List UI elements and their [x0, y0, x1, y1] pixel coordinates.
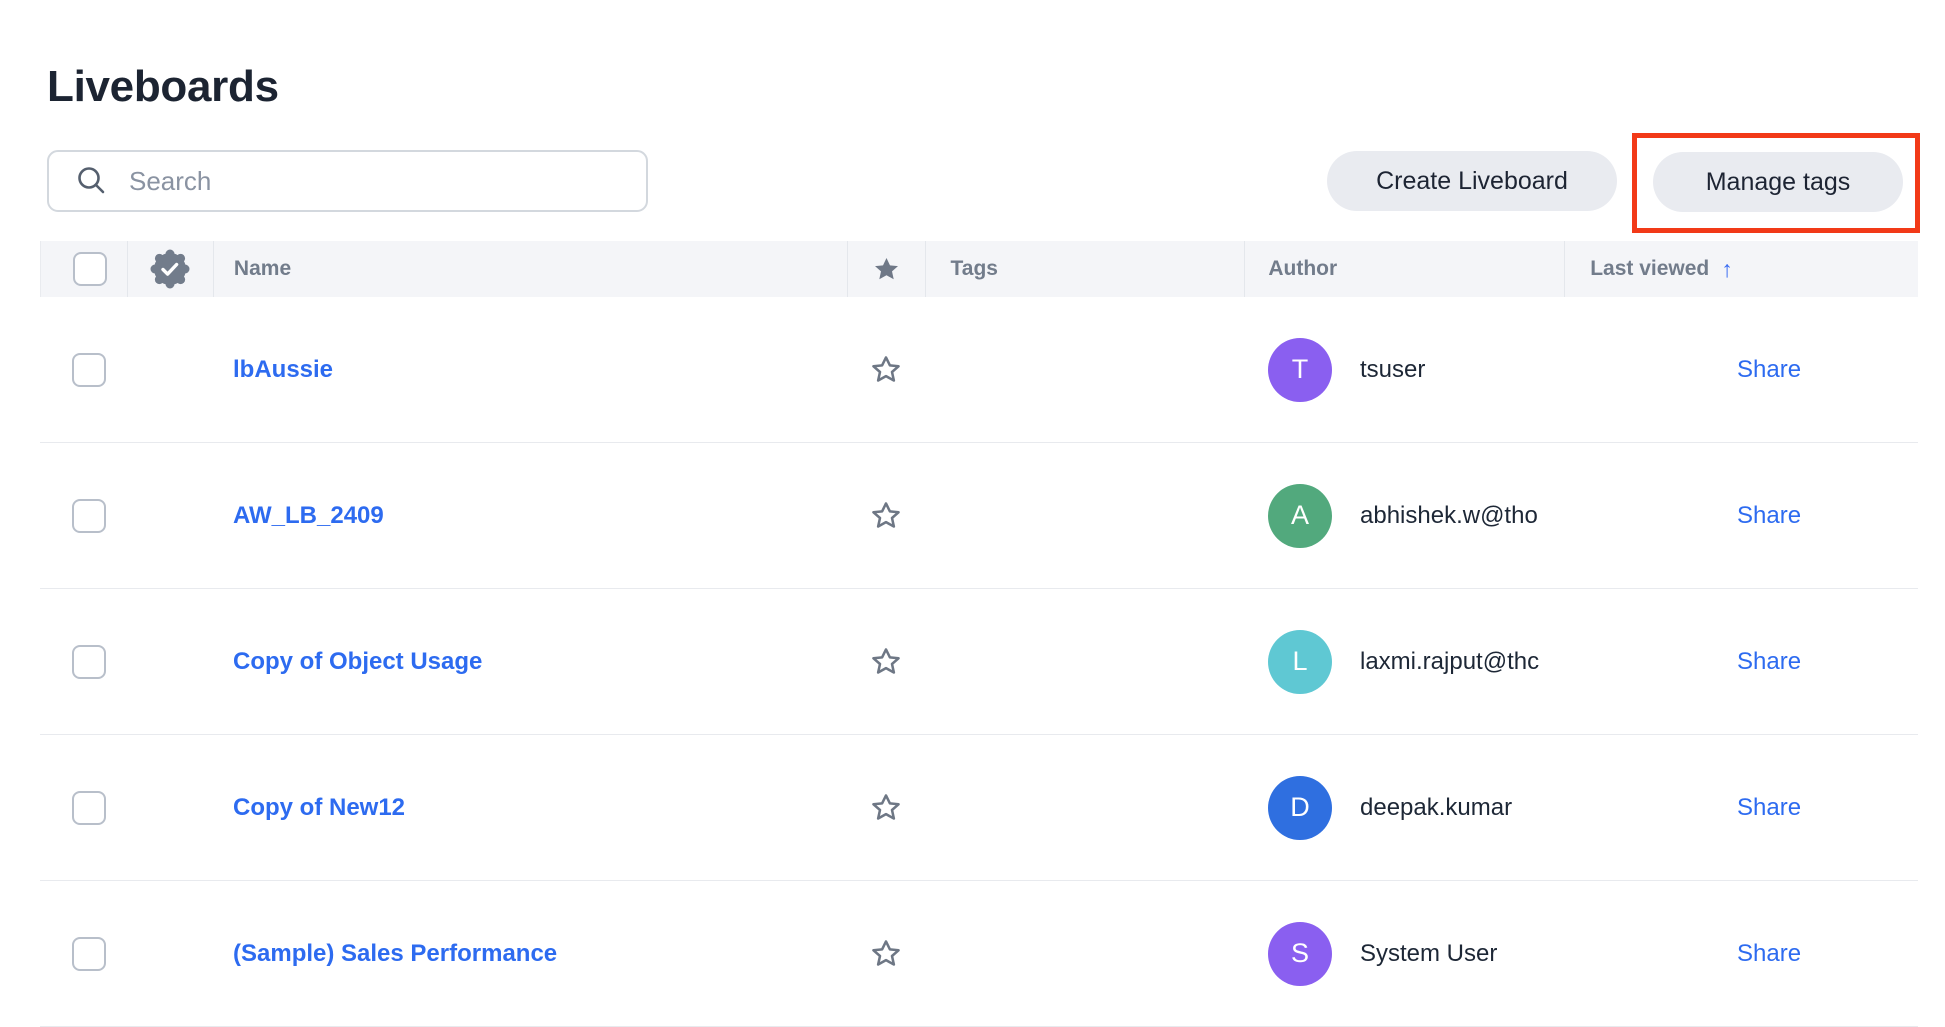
column-header-favorites[interactable]	[848, 241, 926, 297]
star-filled-icon	[873, 256, 900, 283]
row-tags-cell	[925, 735, 1245, 880]
verified-column-header[interactable]	[128, 241, 214, 297]
row-checkbox[interactable]	[72, 645, 106, 679]
row-author-cell: A abhishek.w@tho	[1245, 443, 1565, 588]
liveboard-name-link[interactable]: AW_LB_2409	[233, 502, 384, 530]
column-header-author[interactable]: Author	[1245, 241, 1565, 297]
column-header-tags[interactable]: Tags	[926, 241, 1246, 297]
verified-badge-icon	[150, 249, 190, 289]
row-tags-cell	[925, 443, 1245, 588]
row-verified-cell	[127, 881, 213, 1026]
row-select-cell	[40, 735, 127, 880]
favorite-star-icon[interactable]	[870, 938, 902, 970]
row-select-cell	[40, 297, 127, 442]
row-favorite-cell	[847, 735, 925, 880]
row-share-cell: Share	[1565, 881, 1918, 1026]
row-select-cell	[40, 589, 127, 734]
row-share-cell: Share	[1565, 297, 1918, 442]
row-tags-cell	[925, 881, 1245, 1026]
row-verified-cell	[127, 589, 213, 734]
row-name-cell: AW_LB_2409	[213, 443, 847, 588]
column-header-last-viewed[interactable]: Last viewed ↑	[1565, 241, 1918, 297]
table-row: (Sample) Sales Performance S System User…	[40, 881, 1918, 1027]
author-name: abhishek.w@tho	[1360, 502, 1538, 530]
row-share-cell: Share	[1565, 735, 1918, 880]
liveboard-name-link[interactable]: Copy of Object Usage	[233, 648, 482, 676]
search-box[interactable]	[47, 150, 648, 212]
author-name: System User	[1360, 940, 1497, 968]
row-name-cell: lbAussie	[213, 297, 847, 442]
liveboards-table: Name Tags Author Last viewed ↑ lbAussie	[40, 241, 1918, 1027]
table-body: lbAussie T tsuser Share AW_LB_2409	[40, 297, 1918, 1027]
last-viewed-label: Last viewed	[1590, 257, 1709, 281]
select-all-cell	[41, 241, 128, 297]
page-title: Liveboards	[47, 62, 279, 112]
table-row: Copy of Object Usage L laxmi.rajput@thc …	[40, 589, 1918, 735]
toolbar: Create Liveboard Manage tags	[0, 150, 1945, 214]
row-favorite-cell	[847, 589, 925, 734]
search-icon	[75, 164, 109, 198]
row-favorite-cell	[847, 297, 925, 442]
share-link[interactable]: Share	[1737, 502, 1801, 530]
column-header-name[interactable]: Name	[214, 241, 848, 297]
row-author-cell: T tsuser	[1245, 297, 1565, 442]
row-verified-cell	[127, 735, 213, 880]
favorite-star-icon[interactable]	[870, 500, 902, 532]
author-name: deepak.kumar	[1360, 794, 1512, 822]
row-verified-cell	[127, 297, 213, 442]
row-favorite-cell	[847, 881, 925, 1026]
manage-tags-button[interactable]: Manage tags	[1653, 152, 1903, 212]
row-tags-cell	[925, 589, 1245, 734]
author-avatar: L	[1268, 630, 1332, 694]
table-row: Copy of New12 D deepak.kumar Share	[40, 735, 1918, 881]
sort-ascending-arrow-icon[interactable]: ↑	[1721, 256, 1733, 283]
author-name: tsuser	[1360, 356, 1425, 384]
row-share-cell: Share	[1565, 589, 1918, 734]
row-verified-cell	[127, 443, 213, 588]
share-link[interactable]: Share	[1737, 648, 1801, 676]
author-name: laxmi.rajput@thc	[1360, 648, 1539, 676]
row-author-cell: D deepak.kumar	[1245, 735, 1565, 880]
create-liveboard-button[interactable]: Create Liveboard	[1327, 151, 1617, 211]
author-avatar: A	[1268, 484, 1332, 548]
row-name-cell: Copy of New12	[213, 735, 847, 880]
share-link[interactable]: Share	[1737, 940, 1801, 968]
row-tags-cell	[925, 297, 1245, 442]
select-all-checkbox[interactable]	[73, 252, 107, 286]
row-checkbox[interactable]	[72, 791, 106, 825]
share-link[interactable]: Share	[1737, 794, 1801, 822]
row-checkbox[interactable]	[72, 499, 106, 533]
table-row: lbAussie T tsuser Share	[40, 297, 1918, 443]
row-author-cell: L laxmi.rajput@thc	[1245, 589, 1565, 734]
row-share-cell: Share	[1565, 443, 1918, 588]
liveboard-name-link[interactable]: (Sample) Sales Performance	[233, 940, 557, 968]
author-avatar: S	[1268, 922, 1332, 986]
row-select-cell	[40, 443, 127, 588]
liveboard-name-link[interactable]: Copy of New12	[233, 794, 405, 822]
row-name-cell: (Sample) Sales Performance	[213, 881, 847, 1026]
table-row: AW_LB_2409 A abhishek.w@tho Share	[40, 443, 1918, 589]
row-checkbox[interactable]	[72, 353, 106, 387]
table-header-row: Name Tags Author Last viewed ↑	[40, 241, 1918, 297]
row-checkbox[interactable]	[72, 937, 106, 971]
search-input[interactable]	[127, 165, 646, 198]
favorite-star-icon[interactable]	[870, 792, 902, 824]
row-select-cell	[40, 881, 127, 1026]
row-favorite-cell	[847, 443, 925, 588]
favorite-star-icon[interactable]	[870, 354, 902, 386]
author-avatar: D	[1268, 776, 1332, 840]
liveboard-name-link[interactable]: lbAussie	[233, 356, 333, 384]
share-link[interactable]: Share	[1737, 356, 1801, 384]
row-name-cell: Copy of Object Usage	[213, 589, 847, 734]
author-avatar: T	[1268, 338, 1332, 402]
row-author-cell: S System User	[1245, 881, 1565, 1026]
favorite-star-icon[interactable]	[870, 646, 902, 678]
